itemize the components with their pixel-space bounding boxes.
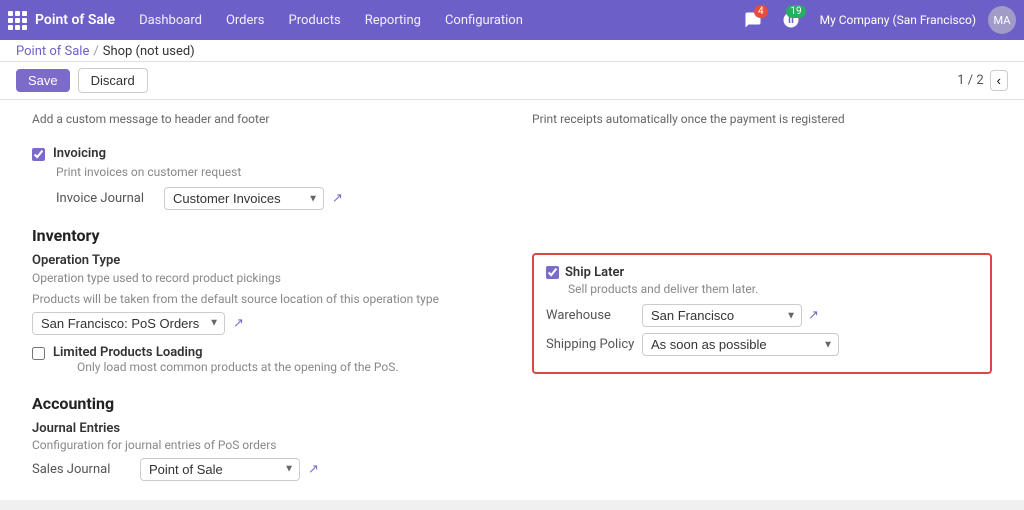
invoice-journal-select-wrapper: Customer Invoices ▼ <box>164 187 324 210</box>
invoicing-desc: Print invoices on customer request <box>56 165 992 179</box>
sales-journal-select[interactable]: Point of Sale <box>140 458 300 481</box>
invoice-journal-ext-link[interactable]: ↗ <box>332 191 343 206</box>
discard-button[interactable]: Discard <box>78 68 148 93</box>
invoice-journal-select[interactable]: Customer Invoices <box>164 187 324 210</box>
accounting-section-header: Accounting <box>32 394 992 413</box>
warehouse-select[interactable]: San Francisco <box>642 304 802 327</box>
shipping-policy-select[interactable]: As soon as possible When all products ar… <box>642 333 839 356</box>
inventory-section-header: Inventory <box>32 226 992 245</box>
messages-icon-btn[interactable]: 4 <box>744 11 762 29</box>
invoicing-checkbox[interactable] <box>32 148 45 161</box>
limited-products-title: Limited Products Loading <box>53 345 203 360</box>
shipping-policy-select-wrapper: As soon as possible When all products ar… <box>642 333 839 356</box>
warehouse-select-wrapper: San Francisco ▼ <box>642 304 802 327</box>
print-receipts-note: Print receipts automatically once the pa… <box>532 112 992 126</box>
ship-later-header: Ship Later <box>546 265 978 280</box>
shipping-policy-label: Shipping Policy <box>546 337 636 352</box>
nav-dashboard[interactable]: Dashboard <box>127 0 214 40</box>
main-content: Add a custom message to header and foote… <box>0 100 1024 500</box>
ship-later-checkbox[interactable] <box>546 266 559 279</box>
pagination-prev[interactable]: ‹ <box>990 70 1008 91</box>
journal-entries-title: Journal Entries <box>32 421 992 436</box>
invoicing-checkbox-row: Invoicing <box>32 146 992 161</box>
limited-products-desc: Only load most common products at the op… <box>77 360 399 374</box>
breadcrumb-root[interactable]: Point of Sale <box>16 44 89 59</box>
messages-badge: 4 <box>754 5 768 18</box>
sales-section-header: Sales <box>32 497 992 500</box>
breadcrumb: Point of Sale / Shop (not used) <box>0 40 1024 62</box>
company-name: My Company (San Francisco) <box>820 13 976 27</box>
sales-journal-select-wrapper: Point of Sale ▼ <box>140 458 300 481</box>
nav-links: Dashboard Orders Products Reporting Conf… <box>127 0 535 40</box>
top-nav: Point of Sale Dashboard Orders Products … <box>0 0 1024 40</box>
nav-configuration[interactable]: Configuration <box>433 0 535 40</box>
nav-reporting[interactable]: Reporting <box>353 0 433 40</box>
operation-type-desc2: Products will be taken from the default … <box>32 291 492 308</box>
operation-type-desc1: Operation type used to record product pi… <box>32 270 492 287</box>
ship-later-title: Ship Later <box>565 265 624 280</box>
warehouse-label: Warehouse <box>546 308 636 323</box>
sales-journal-ext-link[interactable]: ↗ <box>308 462 319 477</box>
nav-products[interactable]: Products <box>277 0 353 40</box>
app-grid-icon <box>8 11 27 30</box>
limited-products-checkbox[interactable] <box>32 347 45 360</box>
user-initials: MA <box>994 14 1011 27</box>
operation-type-select[interactable]: San Francisco: PoS Orders <box>32 312 225 335</box>
ship-later-box: Ship Later Sell products and deliver the… <box>532 253 992 374</box>
activities-badge: 19 <box>786 5 805 18</box>
ship-later-desc: Sell products and deliver them later. <box>568 282 978 296</box>
nav-right: 4 19 My Company (San Francisco) MA <box>744 6 1016 34</box>
operation-type-title: Operation Type <box>32 253 492 268</box>
warehouse-field-row: Warehouse San Francisco ▼ ↗ <box>546 304 978 327</box>
operation-type-ext-link[interactable]: ↗ <box>233 316 244 331</box>
custom-message-note: Add a custom message to header and foote… <box>32 112 492 126</box>
pagination: 1 / 2 ‹ <box>957 70 1008 91</box>
sales-journal-label: Sales Journal <box>32 462 132 477</box>
activities-icon-btn[interactable]: 19 <box>782 11 800 29</box>
invoice-journal-label: Invoice Journal <box>56 191 156 206</box>
toolbar: Save Discard 1 / 2 ‹ <box>0 62 1024 100</box>
limited-products-row: Limited Products Loading Only load most … <box>32 345 492 374</box>
breadcrumb-sep: / <box>93 44 98 59</box>
app-title: Point of Sale <box>35 12 115 28</box>
shipping-policy-field-row: Shipping Policy As soon as possible When… <box>546 333 978 356</box>
pagination-label: 1 / 2 <box>957 73 983 88</box>
journal-entries-desc: Configuration for journal entries of PoS… <box>32 438 992 452</box>
user-avatar[interactable]: MA <box>988 6 1016 34</box>
app-name[interactable]: Point of Sale <box>8 11 115 30</box>
nav-orders[interactable]: Orders <box>214 0 277 40</box>
warehouse-ext-link[interactable]: ↗ <box>808 308 819 323</box>
operation-type-select-wrapper: San Francisco: PoS Orders ▼ <box>32 312 225 335</box>
invoicing-label: Invoicing <box>53 146 106 161</box>
breadcrumb-current: Shop (not used) <box>103 44 195 59</box>
save-button[interactable]: Save <box>16 69 70 92</box>
